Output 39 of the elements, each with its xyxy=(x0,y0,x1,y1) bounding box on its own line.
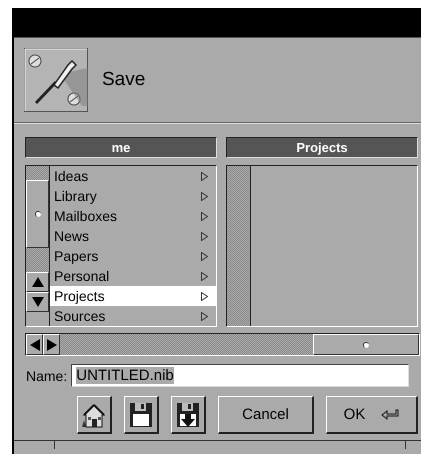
scroll-knob[interactable] xyxy=(313,334,419,355)
folder-item[interactable]: Papers xyxy=(50,246,216,266)
scroll-knob[interactable] xyxy=(26,180,49,248)
return-key-icon xyxy=(381,408,400,420)
folder-item[interactable]: Library xyxy=(50,186,216,206)
submenu-arrow-icon xyxy=(201,212,208,220)
left-arrow-icon xyxy=(30,338,40,350)
submenu-arrow-icon xyxy=(201,232,208,240)
vertical-scrollbar[interactable] xyxy=(227,166,251,326)
column-header: Projects xyxy=(226,137,418,158)
dialog-button[interactable]: OK xyxy=(326,396,418,434)
name-field[interactable]: UNTITLED.nib xyxy=(71,364,410,387)
submenu-arrow-icon xyxy=(201,292,208,300)
up-arrow-icon xyxy=(32,277,44,287)
save-to-disk-button[interactable] xyxy=(171,396,206,434)
submenu-arrow-icon xyxy=(201,312,208,320)
column-header: me xyxy=(25,137,217,158)
submenu-arrow-icon xyxy=(201,252,208,260)
submenu-arrow-icon xyxy=(201,272,208,280)
folder-item[interactable]: Ideas xyxy=(50,166,216,186)
horizontal-scrollbar[interactable] xyxy=(25,333,420,356)
folder-item[interactable]: Mailboxes xyxy=(50,206,216,226)
home-button[interactable] xyxy=(77,396,112,434)
folder-item[interactable]: Projects xyxy=(50,286,216,306)
save-disk-button[interactable] xyxy=(124,396,159,434)
right-arrow-icon xyxy=(46,338,56,350)
vertical-scrollbar[interactable] xyxy=(26,166,50,326)
house-icon xyxy=(81,402,107,428)
submenu-arrow-icon xyxy=(201,192,208,200)
submenu-arrow-icon xyxy=(201,172,208,180)
down-arrow-icon xyxy=(32,297,44,307)
folder-item[interactable]: Sources xyxy=(50,306,216,326)
folder-item[interactable]: Personal xyxy=(50,266,216,286)
panel-title: Save xyxy=(102,69,146,91)
name-label: Name: xyxy=(26,368,68,384)
screwdriver-icon xyxy=(24,48,88,112)
scroll-track[interactable] xyxy=(26,166,49,180)
folder-item[interactable]: News xyxy=(50,226,216,246)
dialog-button[interactable]: Cancel xyxy=(218,396,314,434)
